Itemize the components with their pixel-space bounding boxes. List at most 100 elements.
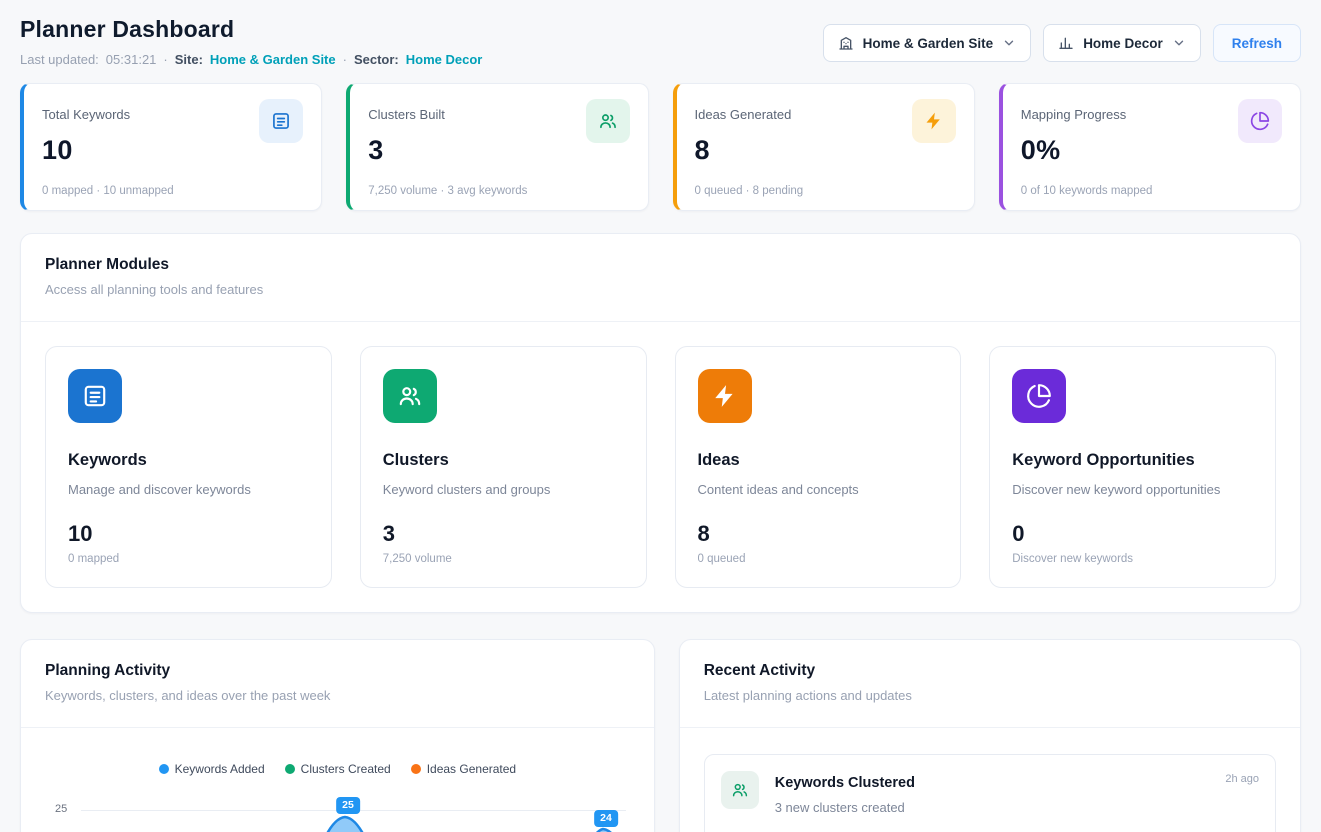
area-chart: 25 25 24 bbox=[45, 790, 630, 832]
modules-grid: Keywords Manage and discover keywords 10… bbox=[21, 322, 1300, 612]
page-header: Planner Dashboard Last updated: 05:31:21… bbox=[20, 16, 1301, 67]
section-subtitle: Latest planning actions and updates bbox=[704, 688, 1276, 703]
meta-separator: · bbox=[163, 52, 167, 67]
site-link[interactable]: Home & Garden Site bbox=[210, 52, 336, 67]
section-subtitle: Access all planning tools and features bbox=[45, 282, 1276, 297]
chart-legend: Keywords Added Clusters Created Ideas Ge… bbox=[45, 762, 630, 776]
stat-value: 0% bbox=[1021, 135, 1282, 166]
bolt-icon bbox=[698, 369, 752, 423]
building-icon bbox=[838, 35, 854, 51]
module-value: 10 bbox=[68, 521, 309, 547]
last-updated-label: Last updated: bbox=[20, 52, 99, 67]
site-selector-label: Home & Garden Site bbox=[863, 36, 994, 51]
module-card-keyword-opportunities[interactable]: Keyword Opportunities Discover new keywo… bbox=[989, 346, 1276, 588]
site-label: Site: bbox=[175, 52, 203, 67]
module-title: Clusters bbox=[383, 451, 624, 470]
meta-separator-2: · bbox=[343, 52, 347, 67]
chevron-down-icon bbox=[1002, 36, 1016, 50]
sector-selector-label: Home Decor bbox=[1083, 36, 1163, 51]
stat-value: 8 bbox=[695, 135, 956, 166]
section-title: Recent Activity bbox=[704, 662, 1276, 680]
section-title: Planning Activity bbox=[45, 662, 630, 680]
activity-timestamp: 2h ago bbox=[1225, 773, 1259, 785]
activity-item-text: Keywords Clustered 3 new clusters create… bbox=[775, 769, 915, 832]
section-subtitle: Keywords, clusters, and ideas over the p… bbox=[45, 688, 630, 703]
recent-activity-header: Recent Activity Latest planning actions … bbox=[680, 640, 1300, 728]
module-description: Discover new keyword opportunities bbox=[1012, 482, 1253, 497]
module-detail: Discover new keywords bbox=[1012, 553, 1253, 565]
legend-dot-icon bbox=[285, 764, 295, 774]
activity-list-item: Keywords Clustered 3 new clusters create… bbox=[704, 754, 1276, 832]
activity-description: 3 new clusters created bbox=[775, 800, 915, 815]
site-selector[interactable]: Home & Garden Site bbox=[823, 24, 1032, 62]
module-detail: 7,250 volume bbox=[383, 553, 624, 565]
legend-label: Ideas Generated bbox=[427, 762, 516, 776]
module-card-keywords[interactable]: Keywords Manage and discover keywords 10… bbox=[45, 346, 332, 588]
module-description: Manage and discover keywords bbox=[68, 482, 309, 497]
stat-label: Ideas Generated bbox=[695, 99, 792, 122]
last-updated-value: 05:31:21 bbox=[106, 52, 157, 67]
section-title: Planner Modules bbox=[45, 256, 1276, 274]
module-card-ideas[interactable]: Ideas Content ideas and concepts 8 0 que… bbox=[675, 346, 962, 588]
data-point-label: 25 bbox=[336, 797, 360, 814]
recent-activity-body: Keywords Clustered 3 new clusters create… bbox=[680, 728, 1300, 832]
users-icon bbox=[721, 771, 759, 809]
header-controls: Home & Garden Site Home Decor Refresh bbox=[823, 24, 1301, 62]
stat-detail: 0 mapped · 10 unmapped bbox=[42, 185, 303, 197]
header-meta: Last updated: 05:31:21 · Site: Home & Ga… bbox=[20, 52, 482, 67]
page-title: Planner Dashboard bbox=[20, 16, 482, 43]
stat-card-total-keywords: Total Keywords 10 0 mapped · 10 unmapped bbox=[20, 83, 322, 211]
stats-row: Total Keywords 10 0 mapped · 10 unmapped… bbox=[20, 83, 1301, 211]
module-description: Content ideas and concepts bbox=[698, 482, 939, 497]
stat-detail: 0 queued · 8 pending bbox=[695, 185, 956, 197]
bottom-row: Planning Activity Keywords, clusters, an… bbox=[20, 639, 1301, 832]
stat-detail: 0 of 10 keywords mapped bbox=[1021, 185, 1282, 197]
stat-label: Mapping Progress bbox=[1021, 99, 1127, 122]
stat-value: 3 bbox=[368, 135, 629, 166]
bar-chart-icon bbox=[1058, 35, 1074, 51]
stat-label: Clusters Built bbox=[368, 99, 445, 122]
legend-item-keywords-added: Keywords Added bbox=[159, 762, 265, 776]
stat-card-mapping-progress: Mapping Progress 0% 0 of 10 keywords map… bbox=[999, 83, 1301, 211]
stat-card-clusters-built: Clusters Built 3 7,250 volume · 3 avg ke… bbox=[346, 83, 648, 211]
recent-activity-panel: Recent Activity Latest planning actions … bbox=[679, 639, 1301, 832]
planning-activity-header: Planning Activity Keywords, clusters, an… bbox=[21, 640, 654, 728]
legend-label: Clusters Created bbox=[301, 762, 391, 776]
module-value: 0 bbox=[1012, 521, 1253, 547]
header-left: Planner Dashboard Last updated: 05:31:21… bbox=[20, 16, 482, 67]
stat-value: 10 bbox=[42, 135, 303, 166]
module-detail: 0 mapped bbox=[68, 553, 309, 565]
y-axis-tick: 25 bbox=[55, 803, 67, 815]
module-description: Keyword clusters and groups bbox=[383, 482, 624, 497]
legend-item-clusters-created: Clusters Created bbox=[285, 762, 391, 776]
legend-label: Keywords Added bbox=[175, 762, 265, 776]
planning-activity-body: Keywords Added Clusters Created Ideas Ge… bbox=[21, 728, 654, 832]
module-value: 3 bbox=[383, 521, 624, 547]
planner-dashboard-page: Planner Dashboard Last updated: 05:31:21… bbox=[0, 0, 1321, 832]
sector-label: Sector: bbox=[354, 52, 399, 67]
data-point-label: 24 bbox=[594, 810, 618, 827]
module-detail: 0 queued bbox=[698, 553, 939, 565]
refresh-button[interactable]: Refresh bbox=[1213, 24, 1301, 62]
planning-activity-panel: Planning Activity Keywords, clusters, an… bbox=[20, 639, 655, 832]
sector-selector[interactable]: Home Decor bbox=[1043, 24, 1201, 62]
sector-link[interactable]: Home Decor bbox=[406, 52, 483, 67]
legend-dot-icon bbox=[411, 764, 421, 774]
stat-card-ideas-generated: Ideas Generated 8 0 queued · 8 pending bbox=[673, 83, 975, 211]
module-value: 8 bbox=[698, 521, 939, 547]
users-icon bbox=[383, 369, 437, 423]
stat-detail: 7,250 volume · 3 avg keywords bbox=[368, 185, 629, 197]
module-title: Keywords bbox=[68, 451, 309, 470]
chevron-down-icon bbox=[1172, 36, 1186, 50]
stat-label: Total Keywords bbox=[42, 99, 130, 122]
planner-modules-panel: Planner Modules Access all planning tool… bbox=[20, 233, 1301, 613]
legend-item-ideas-generated: Ideas Generated bbox=[411, 762, 516, 776]
module-card-clusters[interactable]: Clusters Keyword clusters and groups 3 7… bbox=[360, 346, 647, 588]
planner-modules-header: Planner Modules Access all planning tool… bbox=[21, 234, 1300, 322]
activity-title: Keywords Clustered bbox=[775, 775, 915, 791]
legend-dot-icon bbox=[159, 764, 169, 774]
list-icon bbox=[68, 369, 122, 423]
module-title: Ideas bbox=[698, 451, 939, 470]
module-title: Keyword Opportunities bbox=[1012, 451, 1253, 470]
pie-chart-icon bbox=[1012, 369, 1066, 423]
